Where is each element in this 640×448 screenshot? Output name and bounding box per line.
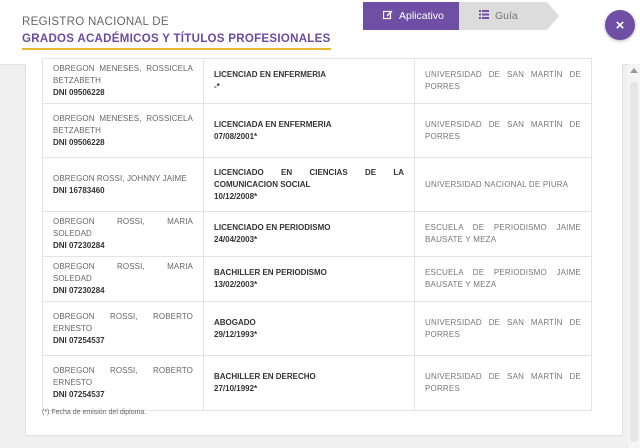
- degree-cell: ABOGADO 29/12/1993*: [203, 301, 415, 356]
- graduate-dni: DNI 16783460: [53, 185, 105, 195]
- university-name: ESCUELA DE PERIODISMO JAIME BAUSATE Y ME…: [425, 268, 581, 289]
- list-icon: [479, 10, 489, 22]
- university-cell: ESCUELA DE PERIODISMO JAIME BAUSATE Y ME…: [414, 256, 592, 302]
- name-cell: OBREGON ROSSI, ROBERTO ERNESTO DNI 07254…: [42, 301, 204, 356]
- diploma-date: 24/04/2003*: [214, 235, 258, 244]
- table-row: OBREGON ROSSI, MARIA SOLEDAD DNI 0723028…: [42, 256, 592, 302]
- degree-cell: BACHILLER EN DERECHO 27/10/1992*: [203, 355, 415, 411]
- university-name: UNIVERSIDAD DE SAN MARTÍN DE PORRES: [425, 119, 581, 141]
- table-row: OBREGON ROSSI, JOHNNY JAIME DNI 16783460…: [42, 157, 592, 212]
- tab-guia-label: Guía: [495, 10, 518, 22]
- university-cell: ESCUELA DE PERIODISMO JAIME BAUSATE Y ME…: [414, 211, 592, 257]
- name-cell: OBREGON ROSSI, MARIA SOLEDAD DNI 0723028…: [42, 256, 204, 302]
- graduate-dni: DNI 07254537: [53, 390, 105, 399]
- table-row: OBREGON MENESES, ROSSICELA BETZABETH DNI…: [42, 58, 592, 104]
- degree-cell: LICENCIAD EN ENFERMERIA -*: [203, 58, 415, 104]
- university-cell: UNIVERSIDAD DE SAN MARTÍN DE PORRES: [414, 103, 592, 158]
- header: REGISTRO NACIONAL DE GRADOS ACADÉMICOS Y…: [0, 0, 640, 65]
- name-cell: OBREGON ROSSI, ROBERTO ERNESTO DNI 07254…: [42, 355, 204, 411]
- degree-title: BACHILLER EN PERIODISMO: [214, 268, 327, 277]
- close-icon: ×: [615, 16, 625, 34]
- degree-title: ABOGADO: [214, 317, 256, 327]
- degree-title: LICENCIAD EN ENFERMERIA: [214, 70, 327, 79]
- graduate-name: OBREGON ROSSI, MARIA SOLEDAD: [53, 262, 193, 283]
- diploma-date: 27/10/1992*: [214, 384, 258, 393]
- edit-icon: [382, 10, 393, 23]
- graduate-dni: DNI 07230284: [53, 241, 105, 250]
- name-cell: OBREGON ROSSI, JOHNNY JAIME DNI 16783460: [42, 157, 204, 212]
- tab-guia[interactable]: Guía: [459, 2, 559, 30]
- degree-cell: LICENCIADO EN PERIODISMO 24/04/2003*: [203, 211, 415, 257]
- name-cell: OBREGON MENESES, ROSSICELA BETZABETH DNI…: [42, 58, 204, 104]
- footnote: (*) Fecha de emisión del diploma.: [42, 409, 147, 416]
- diploma-date: 07/08/2001*: [214, 131, 258, 141]
- degree-title: LICENCIADO EN CIENCIAS DE LA COMUNICACIO…: [214, 167, 404, 189]
- scroll-thumb[interactable]: [630, 82, 638, 442]
- degree-cell: LICENCIADA EN ENFERMERIA 07/08/2001*: [203, 103, 415, 158]
- close-button[interactable]: ×: [605, 10, 635, 40]
- graduate-name: OBREGON MENESES, ROSSICELA BETZABETH: [53, 113, 193, 135]
- scrollbar[interactable]: [628, 64, 640, 448]
- graduate-name: OBREGON ROSSI, MARIA SOLEDAD: [53, 217, 193, 238]
- diploma-date: 29/12/1993*: [214, 329, 258, 339]
- degree-cell: LICENCIADO EN CIENCIAS DE LA COMUNICACIO…: [203, 157, 415, 212]
- university-name: UNIVERSIDAD DE SAN MARTÍN DE PORRES: [425, 317, 581, 339]
- table-row: OBREGON ROSSI, ROBERTO ERNESTO DNI 07254…: [42, 355, 592, 411]
- university-cell: UNIVERSIDAD NACIONAL DE PIURA: [414, 157, 592, 212]
- degree-cell: BACHILLER EN PERIODISMO 13/02/2003*: [203, 256, 415, 302]
- graduate-name: OBREGON ROSSI, JOHNNY JAIME: [53, 173, 187, 183]
- table-row: OBREGON ROSSI, ROBERTO ERNESTO DNI 07254…: [42, 301, 592, 356]
- diploma-date: -*: [214, 82, 220, 91]
- scroll-up-icon[interactable]: [630, 68, 638, 73]
- brand-title[interactable]: GRADOS ACADÉMICOS Y TÍTULOS PROFESIONALE…: [22, 33, 331, 50]
- university-name: UNIVERSIDAD DE SAN MARTÍN DE PORRES: [425, 372, 581, 393]
- brand-subtitle: REGISTRO NACIONAL DE: [22, 16, 169, 28]
- university-cell: UNIVERSIDAD DE SAN MARTÍN DE PORRES: [414, 355, 592, 411]
- name-cell: OBREGON ROSSI, MARIA SOLEDAD DNI 0723028…: [42, 211, 204, 257]
- graduate-name: OBREGON ROSSI, ROBERTO ERNESTO: [53, 366, 193, 387]
- tab-aplicativo[interactable]: Aplicativo: [363, 2, 471, 30]
- diploma-date: 13/02/2003*: [214, 280, 258, 289]
- diploma-date: 10/12/2008*: [214, 191, 258, 201]
- table-row: OBREGON MENESES, ROSSICELA BETZABETH DNI…: [42, 103, 592, 158]
- graduate-dni: DNI 07230284: [53, 286, 105, 295]
- degree-title: BACHILLER EN DERECHO: [214, 372, 316, 381]
- table-row: OBREGON ROSSI, MARIA SOLEDAD DNI 0723028…: [42, 211, 592, 257]
- university-name: UNIVERSIDAD NACIONAL DE PIURA: [425, 179, 569, 189]
- tab-aplicativo-label: Aplicativo: [399, 10, 444, 22]
- university-cell: UNIVERSIDAD DE SAN MARTÍN DE PORRES: [414, 58, 592, 104]
- graduate-dni: DNI 07254537: [53, 335, 105, 345]
- graduate-name: OBREGON MENESES, ROSSICELA BETZABETH: [53, 64, 193, 85]
- degree-title: LICENCIADA EN ENFERMERIA: [214, 119, 332, 129]
- graduate-name: OBREGON ROSSI, ROBERTO ERNESTO: [53, 311, 193, 333]
- graduate-dni: DNI 09506228: [53, 137, 105, 147]
- university-cell: UNIVERSIDAD DE SAN MARTÍN DE PORRES: [414, 301, 592, 356]
- university-name: UNIVERSIDAD DE SAN MARTÍN DE PORRES: [425, 70, 581, 91]
- degree-title: LICENCIADO EN PERIODISMO: [214, 223, 331, 232]
- name-cell: OBREGON MENESES, ROSSICELA BETZABETH DNI…: [42, 103, 204, 158]
- results-table: OBREGON MENESES, ROSSICELA BETZABETH DNI…: [42, 58, 592, 411]
- university-name: ESCUELA DE PERIODISMO JAIME BAUSATE Y ME…: [425, 223, 581, 244]
- graduate-dni: DNI 09506228: [53, 88, 105, 97]
- tab-bar: Aplicativo Guía: [363, 2, 559, 30]
